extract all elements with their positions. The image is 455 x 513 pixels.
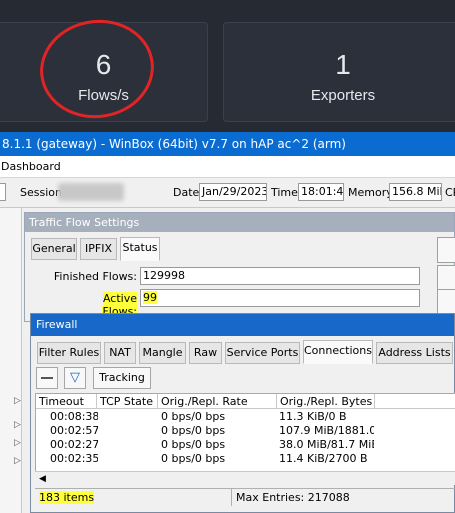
cell-timeout: 00:02:35 — [50, 452, 98, 465]
date-field[interactable]: Jan/29/2023 — [199, 183, 267, 201]
column-header-bytes[interactable]: Orig./Repl. Bytes — [277, 394, 375, 409]
tab-general[interactable]: General — [31, 238, 77, 260]
cell-rate: 0 bps/0 bps — [161, 452, 226, 465]
firewall-window: Firewall Filter Rules NAT Mangle Raw Ser… — [30, 313, 455, 513]
cell-bytes: 38.0 MiB/81.7 MiB — [279, 438, 374, 451]
status-divider — [231, 488, 232, 506]
tracking-button[interactable]: Tracking — [93, 367, 151, 389]
tab-status[interactable]: Status — [120, 237, 160, 261]
side-button[interactable] — [437, 289, 455, 315]
filter-icon: ▽ — [70, 370, 80, 385]
column-header-tcp-state[interactable]: TCP State — [97, 394, 158, 409]
horizontal-scrollbar[interactable]: ◀ — [35, 471, 455, 485]
finished-flows-field: 129998 — [140, 267, 420, 285]
cell-bytes: 11.3 KiB/0 B — [279, 410, 347, 423]
chevron-right-icon[interactable]: ▷ — [14, 438, 21, 448]
side-button[interactable] — [437, 237, 455, 263]
active-flows-field: 99 — [140, 289, 420, 307]
remove-button[interactable] — [36, 367, 58, 389]
cell-rate: 0 bps/0 bps — [161, 424, 226, 437]
scroll-left-icon[interactable]: ◀ — [39, 472, 46, 486]
column-header-rate[interactable]: Orig./Repl. Rate — [158, 394, 277, 409]
menu-dashboard[interactable]: Dashboard — [0, 156, 455, 178]
cell-rate: 0 bps/0 bps — [161, 438, 226, 451]
exporters-card: 1 Exporters — [223, 22, 455, 122]
tab-nat[interactable]: NAT — [104, 342, 136, 364]
tab-mangle[interactable]: Mangle — [139, 342, 186, 364]
chevron-right-icon[interactable]: ▷ — [14, 420, 21, 430]
time-field[interactable]: 18:01:46 — [298, 183, 344, 201]
column-header-timeout[interactable]: Timeout — [36, 394, 97, 409]
traffic-flow-title: Traffic Flow Settings — [25, 213, 454, 232]
tab-service-ports[interactable]: Service Ports — [225, 342, 300, 364]
minus-icon — [41, 377, 53, 379]
traffic-flow-window: Traffic Flow Settings General IPFIX Stat… — [24, 212, 455, 322]
dashboard-panel: 6 Flows/s 1 Exporters — [0, 0, 455, 132]
toolbar-field[interactable] — [0, 183, 6, 201]
cell-timeout: 00:08:38 — [50, 410, 98, 423]
max-entries: Max Entries: 217088 — [236, 491, 350, 504]
tab-raw[interactable]: Raw — [189, 342, 222, 364]
chevron-right-icon[interactable]: ▷ — [14, 456, 21, 466]
flows-label: Flows/s — [78, 87, 129, 104]
memory-field[interactable]: 156.8 MiB — [389, 183, 442, 201]
exporters-value: 1 — [335, 49, 351, 80]
items-count: 183 items — [39, 491, 95, 504]
tab-connections[interactable]: Connections — [303, 340, 373, 364]
window-title: 8.1.1 (gateway) - WinBox (64bit) v7.7 on… — [0, 132, 455, 156]
tab-address-lists[interactable]: Address Lists — [376, 342, 453, 364]
cpu-label: CP — [445, 186, 455, 199]
column-header-empty — [375, 394, 455, 409]
flows-value: 6 — [95, 49, 112, 80]
exporters-label: Exporters — [310, 87, 376, 104]
firewall-title: Firewall — [31, 314, 454, 336]
cell-rate: 0 bps/0 bps — [161, 410, 226, 423]
left-list: ▷ ▷ ▷ ▷ — [0, 208, 22, 513]
status-bar: 183 items Max Entries: 217088 — [35, 488, 455, 506]
cell-timeout: 00:02:27 — [50, 438, 98, 451]
finished-flows-label: Finished Flows: — [53, 270, 137, 283]
filter-button[interactable]: ▽ — [64, 367, 86, 389]
cell-timeout: 00:02:57 — [50, 424, 98, 437]
chevron-right-icon[interactable]: ▷ — [14, 396, 21, 406]
tab-filter-rules[interactable]: Filter Rules — [37, 342, 101, 364]
cell-bytes: 107.9 MiB/1881.0... — [279, 424, 374, 437]
info-bar: Session: Date: Jan/29/2023 Time: 18:01:4… — [0, 178, 455, 208]
session-redacted — [58, 183, 124, 201]
tab-ipfix[interactable]: IPFIX — [80, 238, 117, 260]
side-button[interactable] — [437, 265, 455, 291]
flows-card: 6 Flows/s — [0, 22, 208, 122]
cell-bytes: 11.4 KiB/2700 B — [279, 452, 368, 465]
